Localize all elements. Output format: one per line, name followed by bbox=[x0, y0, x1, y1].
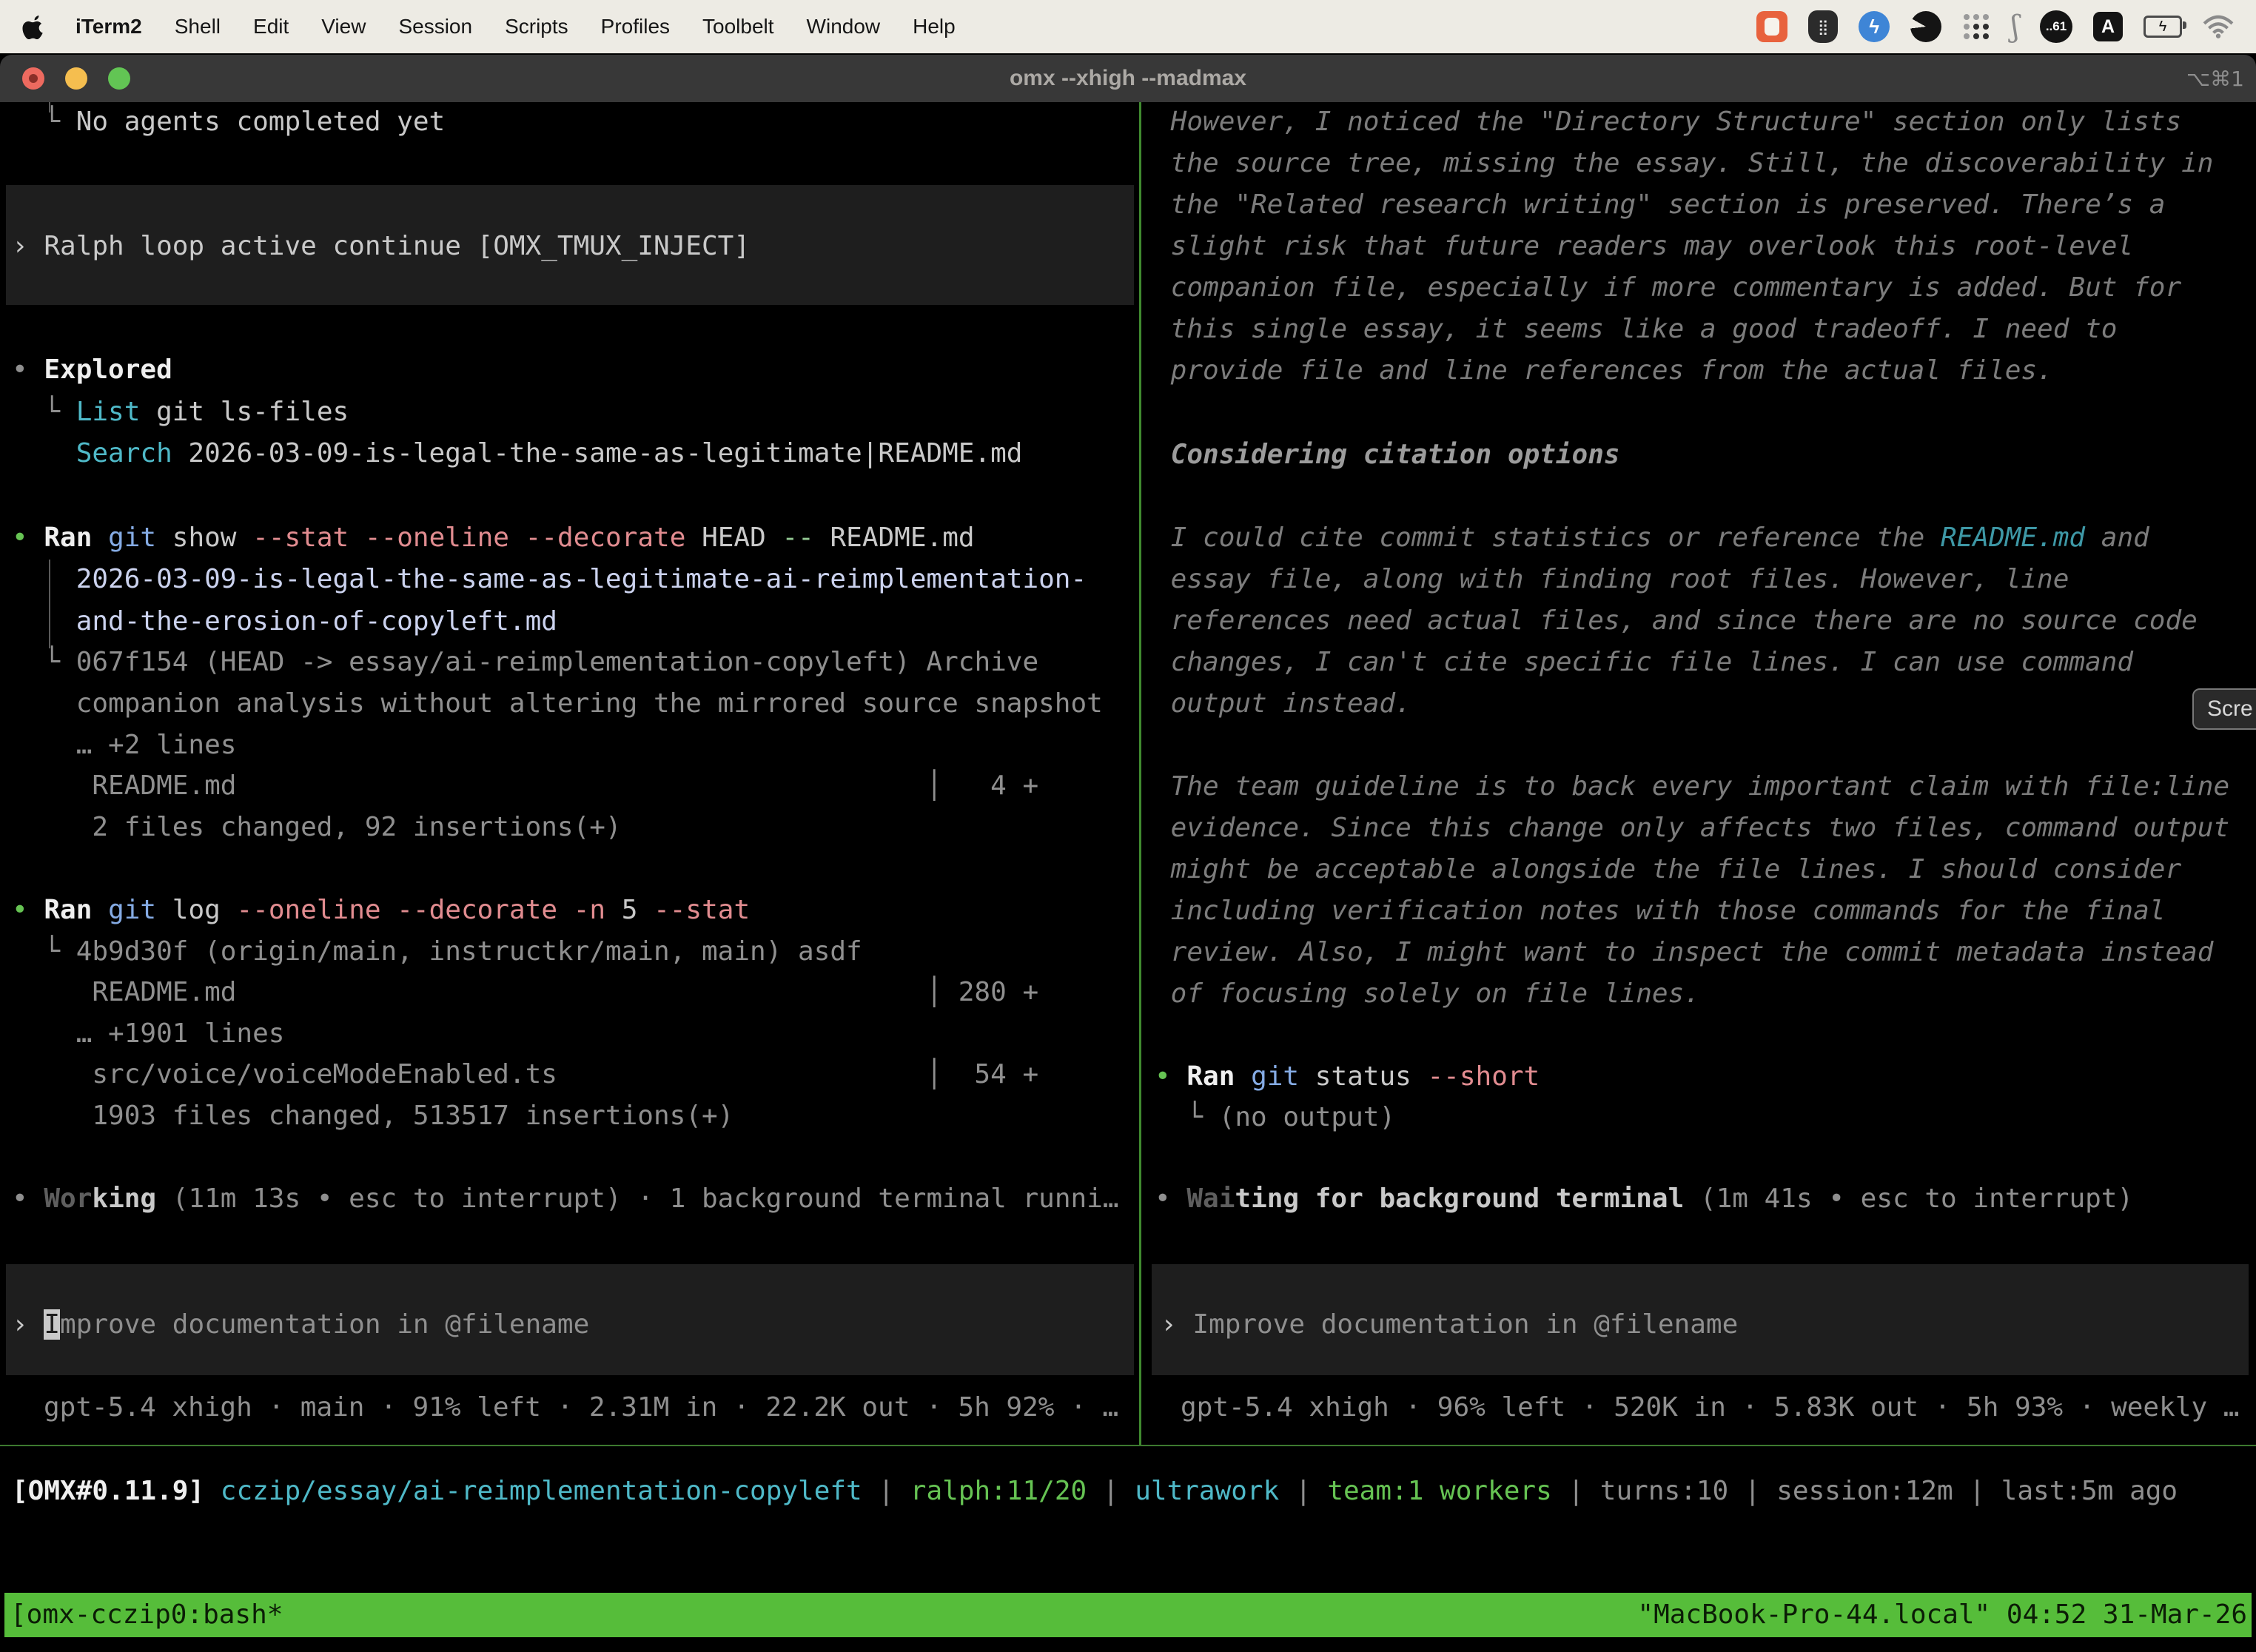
hook-icon[interactable]: ʃ bbox=[2011, 10, 2019, 44]
menu-item-shell[interactable]: Shell bbox=[175, 15, 221, 38]
apple-icon[interactable] bbox=[22, 14, 47, 39]
battery-icon[interactable]: ϟ bbox=[2143, 16, 2182, 38]
menu-bar-status-icons: ⣿ ϟ ʃ ..61 A ϟ bbox=[1756, 10, 2234, 44]
tmux-session-label: [omx-cczip0:bash* bbox=[10, 1593, 283, 1637]
wifi-icon[interactable] bbox=[2203, 15, 2234, 38]
menu-item-toolbelt[interactable]: Toolbelt bbox=[702, 15, 774, 38]
menu-item-profiles[interactable]: Profiles bbox=[601, 15, 670, 38]
menu-item-iterm2[interactable]: iTerm2 bbox=[75, 15, 142, 38]
input-source-icon[interactable]: A bbox=[2093, 12, 2123, 41]
tmux-host-clock: "MacBook-Pro-44.local" 04:52 31-Mar-26 bbox=[1637, 1593, 2247, 1637]
menu-item-help[interactable]: Help bbox=[913, 15, 956, 38]
menu-item-window[interactable]: Window bbox=[807, 15, 881, 38]
badge-61-icon[interactable]: ..61 bbox=[2040, 10, 2072, 43]
terminal-line: [OMX#0.11.9] cczip/essay/ai-reimplementa… bbox=[12, 1471, 2178, 1512]
chat-app-icon[interactable] bbox=[1756, 11, 1787, 42]
menu-item-edit[interactable]: Edit bbox=[253, 15, 289, 38]
menu-item-scripts[interactable]: Scripts bbox=[505, 15, 568, 38]
menu-item-session[interactable]: Session bbox=[398, 15, 472, 38]
shield-grid-icon[interactable]: ⣿ bbox=[1808, 10, 1838, 43]
menu-bar: iTerm2 Shell Edit View Session Scripts Profile… bbox=[0, 0, 2256, 53]
menu-item-view[interactable]: View bbox=[321, 15, 366, 38]
menu-bar-left: iTerm2 Shell Edit View Session Scripts Profile… bbox=[22, 14, 988, 39]
screen: iTerm2 Shell Edit View Session Scripts Profile… bbox=[0, 0, 2256, 1652]
menu-items: iTerm2 Shell Edit View Session Scripts Profile… bbox=[75, 15, 988, 38]
dots-grid-icon[interactable] bbox=[1962, 13, 1990, 41]
screen-button[interactable]: Scre bbox=[2192, 688, 2256, 730]
pie-app-icon[interactable] bbox=[1910, 11, 1941, 42]
omx-status-line: [OMX#0.11.9] cczip/essay/ai-reimplementa… bbox=[0, 0, 2256, 1652]
sync-badge-icon[interactable]: ϟ bbox=[1859, 11, 1890, 42]
tmux-status-bar: [omx-cczip0:bash* "MacBook-Pro-44.local"… bbox=[4, 1593, 2252, 1637]
